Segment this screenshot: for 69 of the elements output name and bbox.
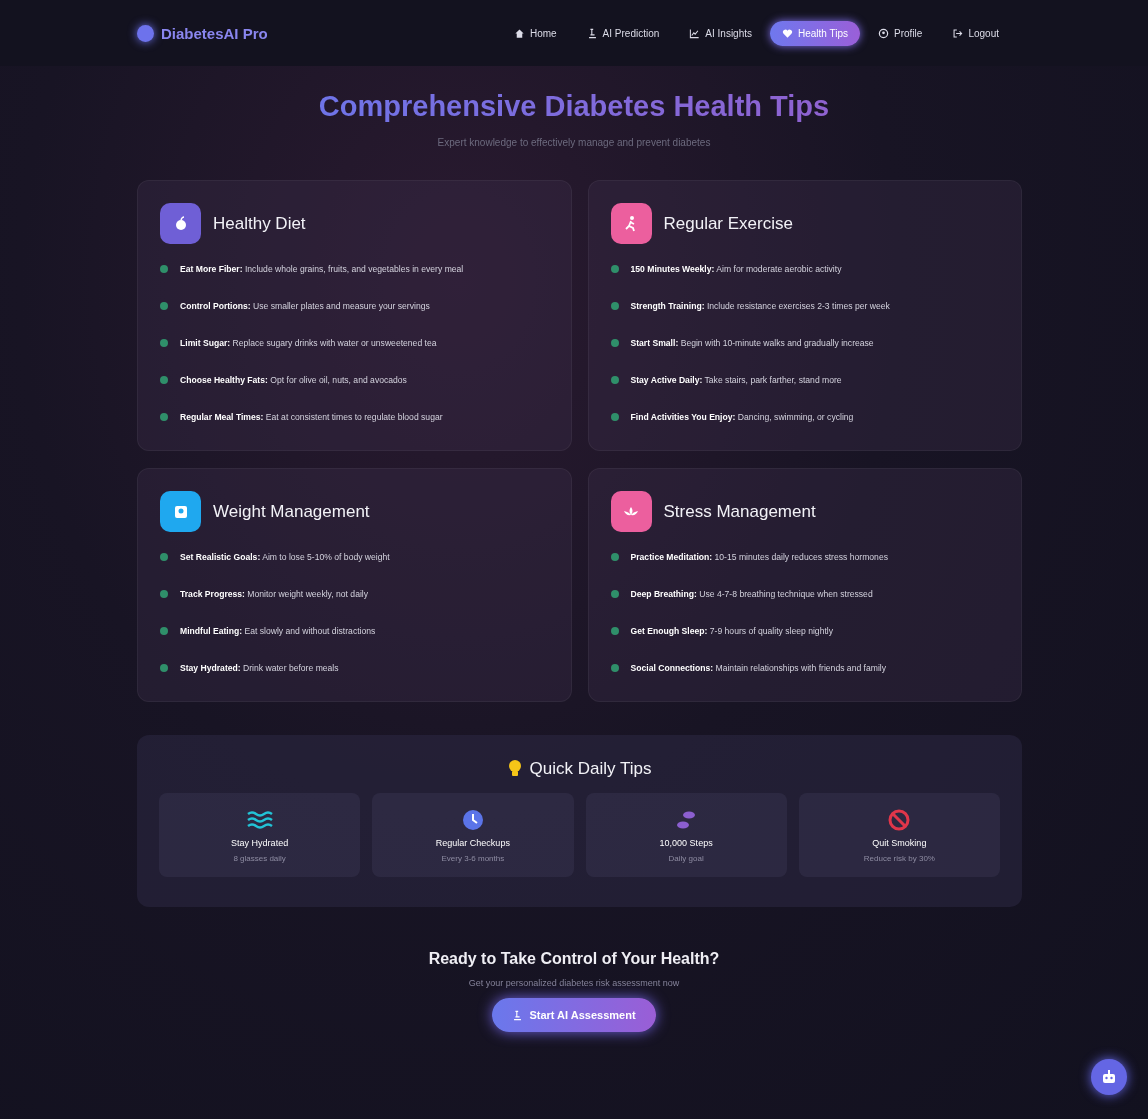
tip-text: Practice Meditation: 10-15 minutes daily reduces stress hormones [630, 552, 888, 562]
tip-text: Stay Active Daily: Take stairs, park farther, stand more [630, 375, 842, 385]
bullet-icon [610, 339, 619, 347]
tip-text: Deep Breathing: Use 4-7-8 breathing technique when stressed [630, 589, 873, 599]
tip-text: Strength Training: Include resistance exercises 2-3 times per week [630, 301, 890, 311]
nav-link[interactable]: Logout [940, 20, 1011, 46]
bullet-icon [160, 627, 168, 635]
bullet-icon [160, 302, 168, 310]
nav-link[interactable]: Profile [866, 20, 935, 46]
bullet-icon [610, 590, 619, 598]
bullet-icon [610, 302, 619, 310]
tip-text: Control Portions: Use smaller plates and measure your servings [180, 301, 430, 311]
nav-link[interactable]: AI Prediction [574, 20, 672, 46]
bullet-icon [610, 553, 619, 561]
quick-tip-subtitle: Every 3-6 months [441, 853, 505, 863]
bullet-icon [160, 376, 168, 384]
bullet-icon [160, 339, 168, 347]
brand-name[interactable]: DiabetesAI Pro [161, 24, 268, 42]
tip-text: 150 Minutes Weekly: Aim for moderate aerobic activity [630, 264, 842, 274]
bullet-icon [610, 265, 619, 273]
card-title: Regular Exercise [663, 213, 793, 234]
quick-tip-title: Quit Smoking [872, 837, 927, 848]
quick-tip-title: 10,000 Steps [659, 837, 713, 848]
tip-text: Mindful Eating: Eat slowly and without distractions [180, 626, 376, 636]
cta-subtitle: Get your personalized diabetes risk assessment now [467, 978, 681, 988]
card-title: Healthy Diet [213, 213, 306, 234]
tip-text: Stay Hydrated: Drink water before meals [180, 663, 339, 673]
bullet-icon [160, 413, 168, 421]
chatbot-button[interactable] [1091, 1059, 1127, 1095]
quick-tip-title: Regular Checkups [435, 837, 510, 848]
bullet-icon [610, 664, 619, 672]
cta-title: Ready to Take Control of Your Health? [427, 950, 721, 968]
quick-tip-subtitle: 8 glasses daily [233, 853, 286, 863]
bullet-icon [160, 553, 168, 561]
bullet-icon [160, 265, 168, 273]
tip-text: Find Activities You Enjoy: Dancing, swimming, or cycling [630, 412, 854, 422]
nav-link[interactable]: Health Tips [770, 20, 861, 46]
bullet-icon [610, 627, 619, 635]
tip-text: Get Enough Sleep: 7-9 hours of quality sleep nightly [630, 626, 833, 636]
card-title: Stress Management [663, 501, 816, 522]
robot-icon [1101, 1069, 1117, 1085]
tip-text: Start Small: Begin with 10-minute walks and gradually increase [630, 338, 874, 348]
quick-tip-subtitle: Daily goal [668, 853, 704, 863]
logo-icon [137, 24, 154, 42]
tip-text: Eat More Fiber: Include whole grains, fruits, and vegetables in every meal [180, 264, 464, 274]
page-subtitle: Expert knowledge to effectively manage and prevent diabetes [436, 137, 712, 148]
bullet-icon [610, 413, 619, 421]
user-icon [878, 27, 890, 39]
lightbulb-icon [507, 760, 522, 778]
card-title: Weight Management [213, 501, 370, 522]
quick-tip-subtitle: Reduce risk by 30% [863, 853, 935, 863]
nav-link[interactable]: Home [501, 20, 569, 46]
start-assessment-button[interactable]: Start AI Assessment [492, 998, 656, 1032]
logout-icon [952, 27, 964, 39]
tip-text: Choose Healthy Fats: Opt for olive oil, nuts, and avocados [180, 375, 407, 385]
tip-text: Set Realistic Goals: Aim to lose 5-10% of body weight [180, 552, 390, 562]
tip-text: Regular Meal Times: Eat at consistent times to regulate blood sugar [180, 412, 443, 422]
bullet-icon [610, 376, 619, 384]
tip-text: Track Progress: Monitor weight weekly, not daily [180, 589, 369, 599]
quick-tip-title: Stay Hydrated [231, 837, 289, 848]
heart-icon [782, 27, 793, 39]
tip-text: Social Connections: Maintain relationships with friends and family [630, 663, 887, 673]
tip-text: Limit Sugar: Replace sugary drinks with water or unsweetened tea [180, 338, 437, 348]
section-title: Quick Daily Tips [529, 759, 652, 779]
bullet-icon [160, 590, 168, 598]
home-icon [513, 27, 525, 39]
nav-link[interactable]: AI Insights [677, 20, 764, 46]
chart-icon [689, 27, 701, 39]
bullet-icon [160, 664, 168, 672]
